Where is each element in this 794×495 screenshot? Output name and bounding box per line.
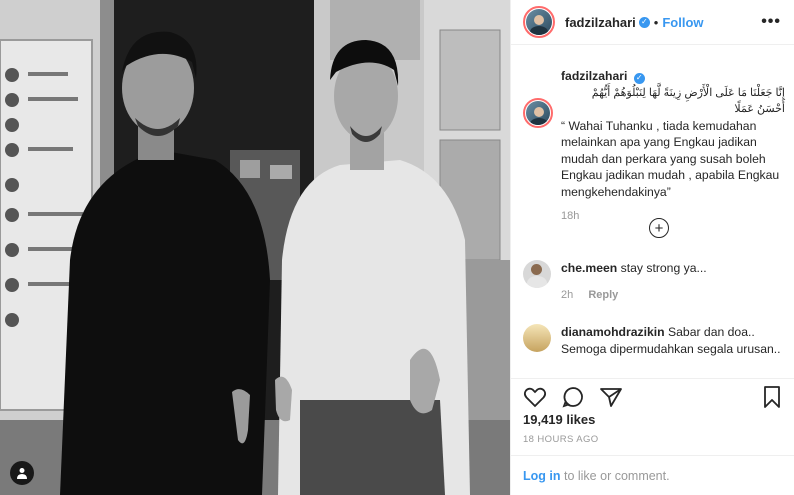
author-username[interactable]: fadzilzahari — [565, 15, 636, 30]
login-prompt-text: to like or comment. — [563, 469, 670, 483]
post-sidebar: fadzilzahari ✓ • Follow ••• fadzilzahari… — [510, 0, 794, 495]
commenter-avatar[interactable] — [523, 260, 551, 288]
likes-number: 19,419 — [523, 412, 563, 427]
share-icon[interactable] — [599, 385, 623, 412]
follow-button[interactable]: Follow — [662, 15, 703, 30]
separator-dot: • — [653, 14, 659, 30]
heart-icon[interactable] — [523, 385, 547, 412]
caption-username[interactable]: fadzilzahari — [561, 69, 627, 83]
caption: fadzilzahari ✓ إِنَّا جَعَلْنَا مَا عَلَ… — [523, 68, 785, 225]
commenter-username[interactable]: che.meen — [561, 261, 617, 275]
post-timestamp: 18 HOURS AGO — [523, 434, 599, 445]
commenter-username[interactable]: dianamohdrazikin — [561, 325, 665, 339]
post-image — [0, 0, 510, 495]
comment-meta: 2h Reply — [561, 287, 707, 304]
bookmark-icon[interactable] — [761, 385, 783, 412]
comment-icon[interactable] — [561, 385, 585, 412]
verified-icon: ✓ — [633, 72, 645, 84]
caption-arabic: إِنَّا جَعَلْنَا مَا عَلَى الْأَرْضِ زِي… — [591, 86, 785, 116]
comments-section[interactable]: fadzilzahari ✓ إِنَّا جَعَلْنَا مَا عَلَ… — [511, 46, 794, 358]
load-more-comments-button[interactable]: + — [649, 218, 669, 238]
comment-item: che.meen stay strong ya... 2h Reply — [523, 260, 785, 303]
likes-label: likes — [566, 412, 596, 427]
caption-time: 18h — [561, 210, 580, 222]
likes-count[interactable]: 19,419 likes — [523, 412, 595, 427]
user-tag-icon[interactable] — [10, 461, 34, 485]
comment-text: stay strong ya... — [620, 261, 707, 275]
commenter-avatar[interactable] — [523, 324, 551, 352]
comment-body: che.meen stay strong ya... 2h Reply — [561, 260, 707, 303]
avatar[interactable] — [523, 6, 555, 38]
login-link[interactable]: Log in — [523, 469, 561, 483]
reply-button[interactable]: Reply — [588, 289, 618, 301]
comment-body: dianamohdrazikin Sabar dan doa.. Semoga … — [561, 324, 785, 358]
caption-avatar[interactable] — [523, 98, 553, 128]
verified-icon: ✓ — [638, 16, 650, 28]
more-options-icon[interactable]: ••• — [761, 13, 781, 31]
action-bar — [511, 378, 794, 410]
comment-time: 2h — [561, 288, 574, 301]
post-header: fadzilzahari ✓ • Follow ••• — [511, 0, 794, 45]
comment-item: dianamohdrazikin Sabar dan doa.. Semoga … — [523, 324, 785, 358]
caption-body: fadzilzahari ✓ إِنَّا جَعَلْنَا مَا عَلَ… — [561, 68, 785, 225]
post-photo[interactable] — [0, 0, 510, 495]
instagram-post: fadzilzahari ✓ • Follow ••• fadzilzahari… — [0, 0, 794, 495]
login-prompt: Log in to like or comment. — [511, 455, 794, 495]
caption-text: “ Wahai Tuhanku , tiada kemudahan melain… — [561, 118, 780, 199]
